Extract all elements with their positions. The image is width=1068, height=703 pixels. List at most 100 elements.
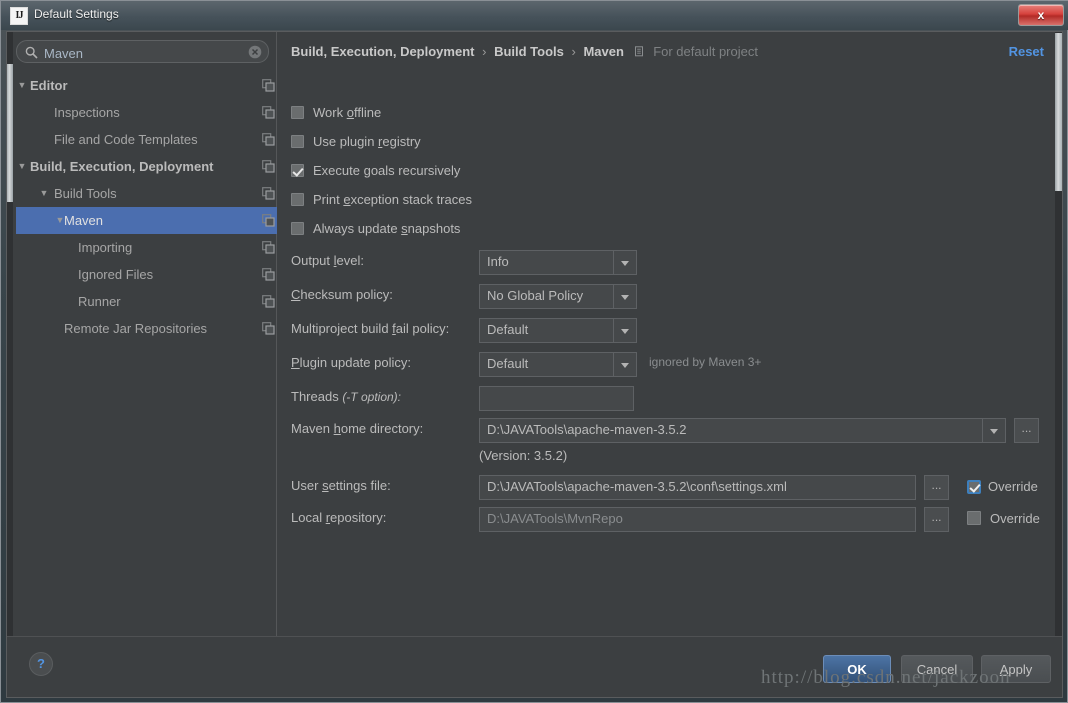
- search-box[interactable]: [16, 40, 269, 63]
- local-repository-input[interactable]: D:\JAVATools\MvnRepo: [479, 507, 916, 532]
- checkbox-box[interactable]: [291, 193, 304, 206]
- settings-dialog: ▼EditorInspectionsFile and Code Template…: [6, 31, 1063, 698]
- tree-expand-arrow-icon[interactable]: ▼: [16, 153, 28, 180]
- checkbox-print-exception-stack-traces[interactable]: Print exception stack traces: [291, 189, 472, 211]
- checkbox-box[interactable]: [291, 106, 304, 119]
- sidebar-item-label: Build Tools: [54, 186, 117, 201]
- sidebar-item-file-and-code-templates[interactable]: File and Code Templates: [16, 126, 278, 153]
- combo-plugin-update-policy[interactable]: Default: [479, 352, 637, 377]
- maven-home-directory-combo[interactable]: D:\JAVATools\apache-maven-3.5.2: [479, 418, 1006, 443]
- maven-home-value: D:\JAVATools\apache-maven-3.5.2: [487, 422, 687, 437]
- sidebar-scrollbar-thumb[interactable]: [7, 64, 13, 202]
- breadcrumb-item-1[interactable]: Build, Execution, Deployment: [291, 44, 474, 59]
- copy-page-icon[interactable]: [262, 295, 275, 308]
- checkbox-label: Use plugin registry: [313, 134, 421, 149]
- search-input[interactable]: [42, 43, 246, 63]
- copy-page-icon[interactable]: [262, 79, 275, 92]
- search-icon: [25, 46, 38, 59]
- combo-fail-policy[interactable]: Default: [479, 318, 637, 343]
- user-settings-override-checkbox[interactable]: Override: [967, 476, 1038, 498]
- sidebar-item-remote-jar-repositories[interactable]: Remote Jar Repositories: [16, 315, 278, 342]
- checkbox-box[interactable]: [291, 135, 304, 148]
- sidebar-scrollbar-track[interactable]: [7, 32, 13, 637]
- checkbox-label: Work offline: [313, 105, 382, 120]
- label-maven-home-directory: Maven home directory:: [291, 421, 424, 436]
- content-scrollbar-thumb[interactable]: [1055, 33, 1062, 191]
- note-plugin-update-policy: ignored by Maven 3+: [649, 355, 762, 369]
- chevron-down-icon[interactable]: [613, 319, 636, 342]
- tree-expand-arrow-icon[interactable]: ▼: [38, 180, 50, 207]
- copy-page-icon[interactable]: [262, 214, 275, 227]
- checkbox-box[interactable]: [291, 222, 304, 235]
- breadcrumb-separator: ›: [482, 44, 487, 59]
- sidebar-item-label: Editor: [30, 78, 68, 93]
- combo-level[interactable]: Info: [479, 250, 637, 275]
- local-repository-browse-button[interactable]: ...: [924, 507, 949, 532]
- checkbox-box[interactable]: [291, 164, 304, 177]
- ok-button[interactable]: OK: [823, 655, 891, 683]
- chevron-down-icon[interactable]: [613, 285, 636, 308]
- maven-version-note: (Version: 3.5.2): [479, 448, 568, 463]
- settings-content: Build, Execution, Deployment › Build Too…: [277, 32, 1062, 637]
- checkbox-execute-goals-recursively[interactable]: Execute goals recursively: [291, 160, 460, 182]
- user-settings-file-input[interactable]: D:\JAVATools\apache-maven-3.5.2\conf\set…: [479, 475, 916, 500]
- combo-value: Default: [487, 356, 529, 371]
- combo-value: Info: [487, 254, 509, 269]
- sidebar-item-importing[interactable]: Importing: [16, 234, 278, 261]
- copy-page-icon[interactable]: [262, 160, 275, 173]
- copy-page-icon[interactable]: [262, 106, 275, 119]
- maven-home-browse-button[interactable]: ...: [1014, 418, 1039, 443]
- sidebar-item-inspections[interactable]: Inspections: [16, 99, 278, 126]
- combo-value: Default: [487, 322, 529, 337]
- checkbox-use-plugin-registry[interactable]: Use plugin registry: [291, 131, 421, 153]
- label-threads: Threads (-T option):: [291, 389, 401, 404]
- cancel-button[interactable]: Cancel: [901, 655, 973, 683]
- override-label: Override: [988, 479, 1038, 494]
- settings-sidebar: ▼EditorInspectionsFile and Code Template…: [7, 32, 278, 637]
- clear-icon[interactable]: [248, 45, 262, 59]
- reset-link[interactable]: Reset: [1009, 44, 1044, 59]
- copy-page-icon[interactable]: [262, 241, 275, 254]
- checkbox-box-checked[interactable]: [967, 480, 981, 494]
- checkbox-box[interactable]: [967, 511, 981, 525]
- tree-expand-arrow-icon[interactable]: ▼: [16, 72, 28, 99]
- apply-button[interactable]: Apply: [981, 655, 1051, 683]
- close-button[interactable]: x: [1018, 4, 1064, 26]
- user-settings-browse-button[interactable]: ...: [924, 475, 949, 500]
- breadcrumb-item-2[interactable]: Build Tools: [494, 44, 564, 59]
- sidebar-item-build-execution-deployment[interactable]: ▼ Build, Execution, Deployment: [16, 153, 278, 180]
- copy-page-icon[interactable]: [262, 322, 275, 335]
- threads-input[interactable]: [479, 386, 634, 411]
- content-scrollbar-track[interactable]: [1055, 32, 1062, 637]
- sidebar-item-runner[interactable]: Runner: [16, 288, 278, 315]
- label-plugin-update-policy: Plugin update policy:: [291, 355, 411, 370]
- combo-checksum-policy[interactable]: No Global Policy: [479, 284, 637, 309]
- label-level: Output level:: [291, 253, 364, 268]
- sidebar-item-editor[interactable]: ▼ Editor: [16, 72, 278, 99]
- checkbox-label: Always update snapshots: [313, 221, 461, 236]
- window-title: Default Settings: [34, 7, 119, 21]
- checkbox-work-offline[interactable]: Work offline: [291, 102, 381, 124]
- copy-page-icon[interactable]: [262, 268, 275, 281]
- dialog-footer: ? OK Cancel Apply: [7, 636, 1062, 697]
- copy-page-icon[interactable]: [262, 133, 275, 146]
- page-icon: [634, 46, 643, 57]
- local-repository-value: D:\JAVATools\MvnRepo: [487, 511, 623, 526]
- chevron-down-icon[interactable]: [982, 419, 1005, 442]
- chevron-down-icon[interactable]: [613, 251, 636, 274]
- copy-page-icon[interactable]: [262, 187, 275, 200]
- intellij-logo-icon: IJ: [10, 7, 28, 25]
- breadcrumb-item-3[interactable]: Maven: [583, 44, 623, 59]
- help-button[interactable]: ?: [29, 652, 53, 676]
- sidebar-item-ignored-files[interactable]: Ignored Files: [16, 261, 278, 288]
- label-user-settings-file: User settings file:: [291, 478, 391, 493]
- sidebar-item-build-tools[interactable]: ▼ Build Tools: [16, 180, 278, 207]
- sidebar-item-maven[interactable]: ▼ Maven: [16, 207, 278, 234]
- sidebar-item-label: Remote Jar Repositories: [64, 321, 208, 336]
- chevron-down-icon[interactable]: [613, 353, 636, 376]
- override-label: Override: [990, 511, 1040, 526]
- sidebar-item-label: Inspections: [54, 105, 120, 120]
- sidebar-item-label: Build, Execution, Deployment: [30, 159, 214, 174]
- local-repository-override-checkbox[interactable]: Override: [967, 508, 1040, 530]
- checkbox-always-update-snapshots[interactable]: Always update snapshots: [291, 218, 460, 240]
